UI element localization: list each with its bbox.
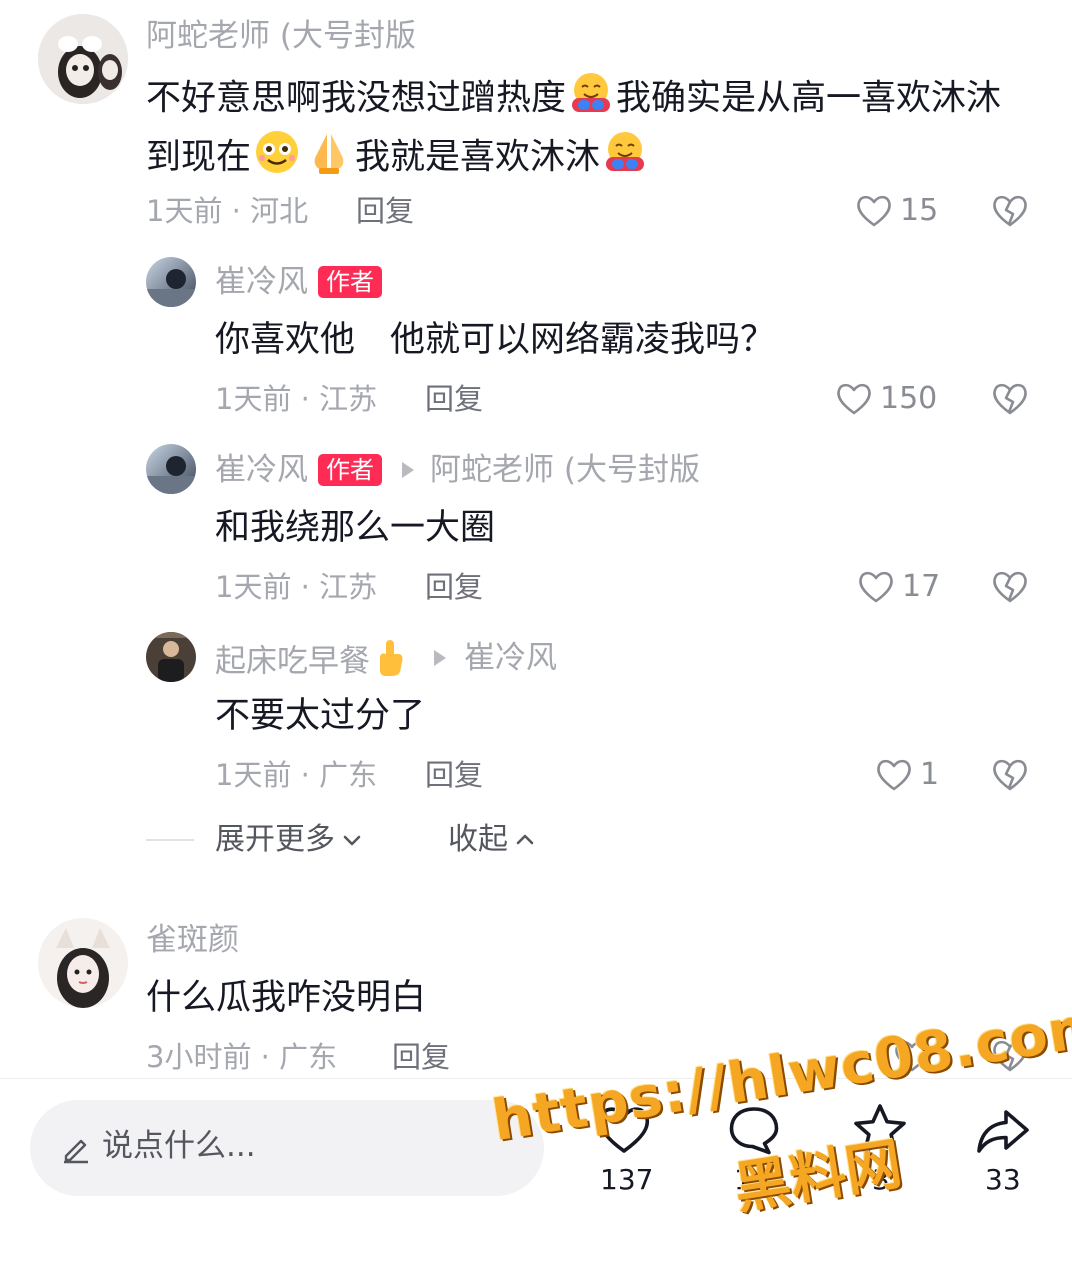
smile-emoji <box>253 128 301 189</box>
comment-meta: 1天前 · 河北 <box>146 194 309 228</box>
finger-emoji <box>372 638 408 688</box>
heart-icon <box>877 759 911 791</box>
avatar[interactable] <box>146 257 196 307</box>
comment-text: 到现在 我就是喜欢沐沐 <box>146 128 650 189</box>
like-count: 150 <box>880 381 938 416</box>
dislike-button[interactable] <box>990 379 1030 423</box>
like-count: 15 <box>900 193 939 228</box>
comment-username[interactable]: 阿蛇老师 (大号封版 <box>146 16 416 56</box>
reply-button[interactable]: 回复 <box>356 191 414 231</box>
reply-button[interactable]: 回复 <box>425 567 483 607</box>
comment-input-placeholder: 说点什么... <box>102 1128 256 1164</box>
like-count: 1 <box>920 757 940 792</box>
chevron-down-icon <box>343 835 361 846</box>
comment-username[interactable]: 崔冷风 <box>215 450 308 490</box>
avatar[interactable] <box>38 14 128 104</box>
comment-meta: 3小时前 · 广东 <box>146 1040 338 1074</box>
comment-text: 你喜欢他 他就可以网络霸凌我吗？ <box>215 320 776 360</box>
like-button[interactable]: 1 <box>874 755 939 795</box>
reply-button[interactable]: 回复 <box>425 755 483 795</box>
heart-icon <box>857 195 891 227</box>
like-button[interactable]: 17 <box>856 567 940 607</box>
comment-username[interactable]: 崔冷风 <box>215 262 308 302</box>
comment-meta: 1天前 · 江苏 <box>215 382 378 416</box>
like-count: 17 <box>902 569 941 604</box>
post-share-count: 33 <box>985 1163 1021 1196</box>
pray-emoji <box>305 128 353 189</box>
like-button[interactable]: 15 <box>854 191 938 231</box>
pencil-icon <box>64 1139 88 1164</box>
comment-text-segment: 到现在 <box>146 137 252 178</box>
dislike-icon <box>993 759 1027 791</box>
dislike-icon <box>993 195 1027 227</box>
avatar[interactable] <box>38 918 128 1008</box>
avatar[interactable] <box>146 632 196 682</box>
reply-button[interactable]: 回复 <box>425 379 483 419</box>
comment-text: 什么瓜我咋没明白 <box>146 978 427 1018</box>
expand-more-button[interactable]: 展开更多 <box>215 820 363 860</box>
comment-username-text: 起床吃早餐 <box>215 643 370 680</box>
dislike-icon <box>993 571 1027 603</box>
like-button[interactable]: 150 <box>834 379 937 419</box>
avatar[interactable] <box>146 444 196 494</box>
hug-emoji <box>568 70 614 129</box>
heart-icon <box>837 383 871 415</box>
dislike-button[interactable] <box>990 755 1030 799</box>
expand-more-label: 展开更多 <box>215 822 335 857</box>
comment-username[interactable]: 起床吃早餐 <box>215 638 410 688</box>
comment-text-segment: 不好意思啊我没想过蹭热度 <box>146 78 567 119</box>
heart-icon <box>859 571 893 603</box>
comment-meta: 1天前 · 广东 <box>215 758 378 792</box>
dislike-button[interactable] <box>990 567 1030 611</box>
reply-to-username[interactable]: 崔冷风 <box>464 638 557 678</box>
reply-arrow-icon <box>434 650 446 666</box>
comment-text-segment: 我确实是从高一喜欢沐沐 <box>616 78 1002 119</box>
dislike-icon <box>993 383 1027 415</box>
collapse-button[interactable]: 收起 <box>448 820 536 860</box>
collapse-label: 收起 <box>448 822 508 857</box>
chevron-up-icon <box>516 834 534 845</box>
comment-text-segment: 我就是喜欢沐沐 <box>355 137 601 178</box>
comment-input[interactable]: 说点什么... <box>30 1100 544 1196</box>
author-badge: 作者 <box>318 266 382 298</box>
comment-text: 不要太过分了 <box>215 696 426 736</box>
post-share-button[interactable] <box>972 1100 1034 1160</box>
post-like-count: 137 <box>600 1163 654 1196</box>
dislike-button[interactable] <box>990 191 1030 235</box>
reply-to-username[interactable]: 阿蛇老师 (大号封版 <box>430 450 700 490</box>
author-badge: 作者 <box>318 454 382 486</box>
reply-arrow-icon <box>402 462 414 478</box>
reply-button[interactable]: 回复 <box>392 1037 450 1077</box>
thread-divider <box>146 839 194 841</box>
comment-text: 和我绕那么一大圈 <box>215 508 496 548</box>
hug-emoji <box>602 129 648 188</box>
share-icon <box>977 1110 1029 1153</box>
comment-text: 不好意思啊我没想过蹭热度 我确实是从高一喜欢沐沐 <box>146 70 1001 129</box>
comment-meta: 1天前 · 江苏 <box>215 570 378 604</box>
comment-username[interactable]: 雀斑颜 <box>146 920 239 960</box>
